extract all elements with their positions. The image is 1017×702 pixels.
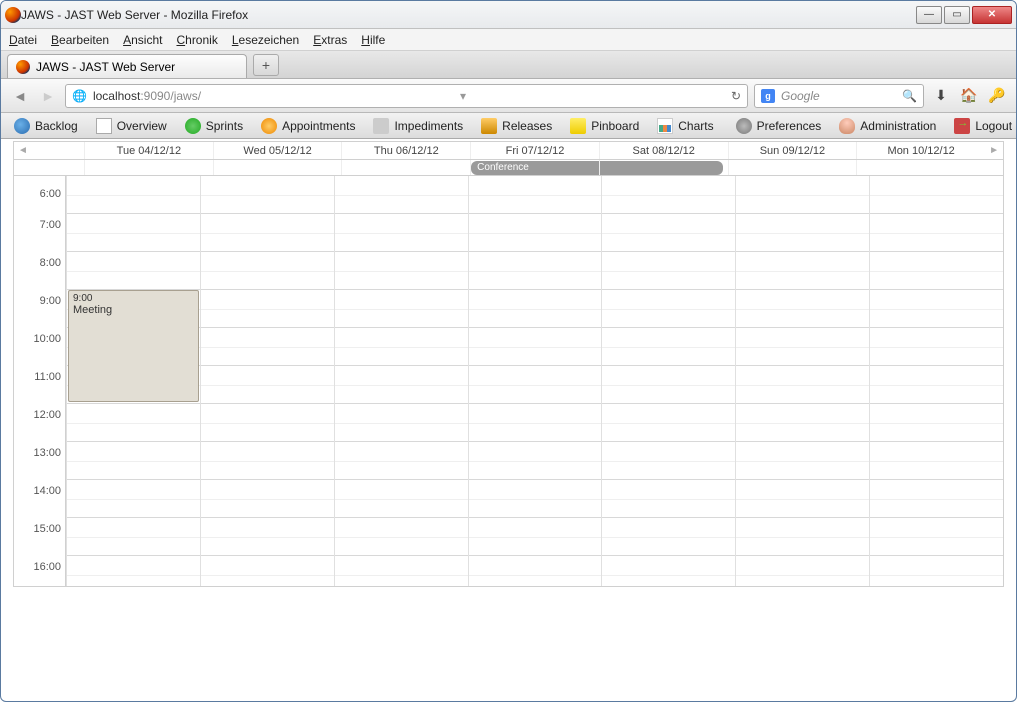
day-header[interactable]: Sun 09/12/12 — [728, 142, 857, 159]
globe-icon — [14, 118, 30, 134]
day-column[interactable]: 9:00 Meeting — [66, 176, 200, 586]
calendar-allday-row: Conference — [14, 160, 1003, 176]
day-header[interactable]: Wed 05/12/12 — [213, 142, 342, 159]
menu-datei[interactable]: Datei — [9, 33, 37, 47]
maximize-button[interactable]: ▭ — [944, 6, 970, 24]
new-tab-button[interactable]: + — [253, 54, 279, 76]
menu-lesezeichen[interactable]: Lesezeichen — [232, 33, 299, 47]
pin-icon — [570, 118, 586, 134]
window-titlebar: JAWS - JAST Web Server - Mozilla Firefox… — [1, 1, 1016, 29]
day-header[interactable]: Mon 10/12/12 — [856, 142, 985, 159]
clock-icon — [261, 118, 277, 134]
package-icon — [481, 118, 497, 134]
close-button[interactable]: ✕ — [972, 6, 1012, 24]
calendar-week-view: ◄ Tue 04/12/12 Wed 05/12/12 Thu 06/12/12… — [13, 141, 1004, 587]
calendar-next-button[interactable]: ► — [985, 142, 1003, 159]
calendar-header: ◄ Tue 04/12/12 Wed 05/12/12 Thu 06/12/12… — [14, 142, 1003, 160]
toolbar-backlog[interactable]: Backlog — [7, 116, 85, 136]
browser-navbar: ◄ ► 🌐 localhost:9090/jaws/ ▾ ↻ g Google … — [1, 79, 1016, 113]
firefox-icon — [5, 7, 21, 23]
search-placeholder: Google — [781, 89, 820, 103]
reload-button[interactable]: ↻ — [731, 89, 741, 103]
logout-icon — [954, 118, 970, 134]
toolbar-administration[interactable]: Administration — [832, 116, 943, 136]
google-icon: g — [761, 89, 775, 103]
search-input[interactable]: g Google 🔍 — [754, 84, 924, 108]
url-path: :9090/jaws/ — [140, 89, 201, 103]
menu-bearbeiten[interactable]: Bearbeiten — [51, 33, 109, 47]
day-column[interactable] — [601, 176, 735, 586]
calendar-body[interactable]: 6:00 7:00 8:00 9:00 10:00 11:00 12:00 13… — [14, 176, 1003, 586]
menu-ansicht[interactable]: Ansicht — [123, 33, 162, 47]
event-time: 9:00 — [73, 293, 194, 304]
toolbar-logout[interactable]: Logout — [947, 116, 1017, 136]
toolbar-charts[interactable]: Charts — [650, 116, 720, 136]
toolbar-overview[interactable]: Overview — [89, 116, 174, 136]
toolbar-releases[interactable]: Releases — [474, 116, 559, 136]
document-icon — [96, 118, 112, 134]
menu-extras[interactable]: Extras — [313, 33, 347, 47]
app-toolbar: Backlog Overview Sprints Appointments Im… — [1, 113, 1016, 139]
day-column[interactable] — [468, 176, 602, 586]
toolbar-preferences[interactable]: Preferences — [729, 116, 829, 136]
addon-button[interactable]: 🔑 — [986, 85, 1008, 107]
day-column[interactable] — [334, 176, 468, 586]
forward-button[interactable]: ► — [37, 85, 59, 107]
downloads-button[interactable]: ⬇ — [930, 85, 952, 107]
event-title: Meeting — [73, 304, 194, 316]
tab-favicon — [16, 60, 30, 74]
day-column[interactable] — [735, 176, 869, 586]
toolbar-pinboard[interactable]: Pinboard — [563, 116, 646, 136]
minimize-button[interactable]: — — [916, 6, 942, 24]
url-input[interactable]: 🌐 localhost:9090/jaws/ ▾ ↻ — [65, 84, 748, 108]
calendar-event-meeting[interactable]: 9:00 Meeting — [68, 290, 199, 402]
url-domain: localhost — [93, 89, 140, 103]
running-icon — [185, 118, 201, 134]
barrier-icon — [373, 118, 389, 134]
day-header[interactable]: Sat 08/12/12 — [599, 142, 728, 159]
browser-tabbar: JAWS - JAST Web Server + — [1, 51, 1016, 79]
browser-tab[interactable]: JAWS - JAST Web Server — [7, 54, 247, 78]
toolbar-impediments[interactable]: Impediments — [366, 116, 470, 136]
day-column[interactable] — [869, 176, 1003, 586]
day-column[interactable] — [200, 176, 334, 586]
day-header[interactable]: Tue 04/12/12 — [84, 142, 213, 159]
search-icon[interactable]: 🔍 — [902, 89, 917, 103]
back-button[interactable]: ◄ — [9, 85, 31, 107]
gear-icon — [736, 118, 752, 134]
time-column: 6:00 7:00 8:00 9:00 10:00 11:00 12:00 13… — [14, 176, 66, 586]
toolbar-appointments[interactable]: Appointments — [254, 116, 362, 136]
calendar-prev-button[interactable]: ◄ — [14, 142, 32, 159]
home-button[interactable]: 🏠 — [958, 85, 980, 107]
menu-hilfe[interactable]: Hilfe — [361, 33, 385, 47]
day-header[interactable]: Fri 07/12/12 — [470, 142, 599, 159]
user-icon — [839, 118, 855, 134]
menu-chronik[interactable]: Chronik — [176, 33, 217, 47]
chart-icon — [657, 118, 673, 134]
toolbar-sprints[interactable]: Sprints — [178, 116, 250, 136]
window-title: JAWS - JAST Web Server - Mozilla Firefox — [21, 8, 916, 22]
tab-title: JAWS - JAST Web Server — [36, 60, 175, 74]
browser-menubar: Datei Bearbeiten Ansicht Chronik Lesezei… — [1, 29, 1016, 51]
day-header[interactable]: Thu 06/12/12 — [341, 142, 470, 159]
